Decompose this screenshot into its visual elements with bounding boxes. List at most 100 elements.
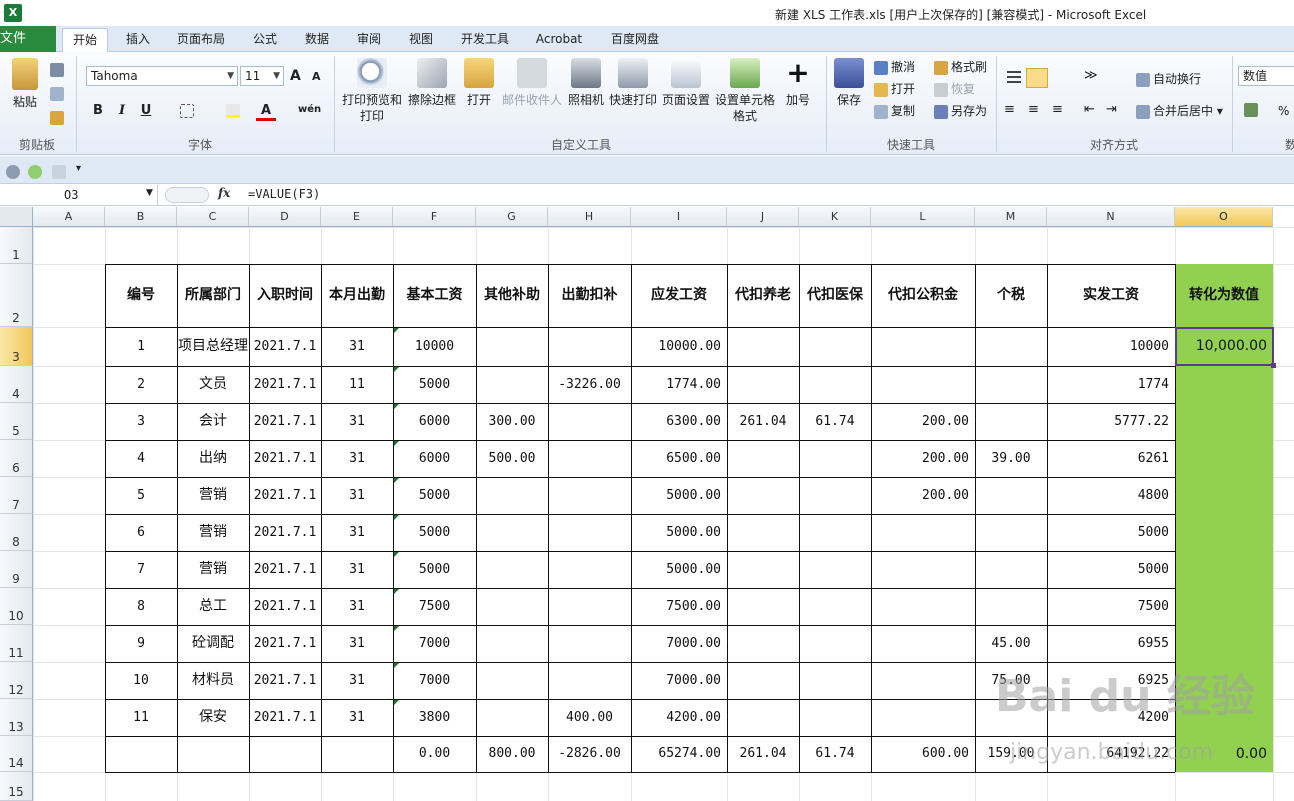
- mail-recipient-button[interactable]: 邮件收件人: [500, 58, 564, 108]
- camera-button[interactable]: 照相机: [566, 58, 606, 108]
- column-header-g[interactable]: G: [476, 207, 548, 227]
- table-cell[interactable]: 5000: [393, 551, 476, 588]
- table-cell[interactable]: [321, 736, 393, 772]
- table-cell[interactable]: [799, 588, 871, 625]
- copy-small-button[interactable]: [50, 86, 67, 101]
- table-cell[interactable]: 61.74: [799, 403, 871, 440]
- table-cell[interactable]: [1175, 477, 1273, 514]
- tab-data[interactable]: 数据: [297, 28, 337, 52]
- row-header-8[interactable]: 8: [0, 514, 33, 551]
- table-cell[interactable]: 5000.00: [631, 477, 727, 514]
- table-header-cell[interactable]: 本月出勤: [321, 264, 393, 327]
- table-cell[interactable]: 31: [321, 440, 393, 477]
- qat-tool-icon[interactable]: [6, 164, 23, 179]
- table-cell[interactable]: 2021.7.1: [249, 477, 321, 514]
- table-cell[interactable]: 6955: [1047, 625, 1175, 662]
- table-cell[interactable]: 31: [321, 699, 393, 736]
- row-header-3[interactable]: 3: [0, 327, 33, 366]
- save-button[interactable]: 保存: [832, 58, 866, 108]
- table-header-cell[interactable]: 代扣公积金: [871, 264, 975, 327]
- table-cell[interactable]: [1175, 514, 1273, 551]
- table-cell[interactable]: [476, 699, 548, 736]
- borders-button[interactable]: [178, 101, 198, 121]
- table-cell[interactable]: [177, 736, 249, 772]
- font-name-select[interactable]: Tahoma ▼: [86, 66, 238, 86]
- table-cell[interactable]: [871, 366, 975, 403]
- qat-customize-icon[interactable]: ▾: [76, 163, 81, 174]
- align-center-button[interactable]: ≡: [1028, 102, 1039, 117]
- table-cell[interactable]: [548, 514, 631, 551]
- table-cell[interactable]: [548, 403, 631, 440]
- table-cell[interactable]: [476, 327, 548, 366]
- table-header-cell[interactable]: 应发工资: [631, 264, 727, 327]
- cut-button[interactable]: [50, 62, 67, 77]
- table-cell[interactable]: [799, 625, 871, 662]
- table-cell[interactable]: 0.00: [393, 736, 476, 772]
- table-cell[interactable]: [249, 736, 321, 772]
- table-cell[interactable]: [1175, 403, 1273, 440]
- paste-button[interactable]: 粘贴: [6, 58, 44, 110]
- column-header-i[interactable]: I: [631, 207, 727, 227]
- table-cell[interactable]: 材料员: [177, 662, 249, 699]
- table-cell[interactable]: 2021.7.1: [249, 662, 321, 699]
- table-cell[interactable]: [799, 366, 871, 403]
- table-cell[interactable]: [476, 366, 548, 403]
- row-header-11[interactable]: 11: [0, 625, 33, 662]
- table-cell[interactable]: -3226.00: [548, 366, 631, 403]
- table-cell[interactable]: 4800: [1047, 477, 1175, 514]
- table-cell[interactable]: [799, 551, 871, 588]
- table-cell[interactable]: [975, 403, 1047, 440]
- table-cell[interactable]: 1774.00: [631, 366, 727, 403]
- formula-input[interactable]: =VALUE(F3): [248, 187, 320, 201]
- table-cell[interactable]: 10: [105, 662, 177, 699]
- table-cell[interactable]: 2021.7.1: [249, 366, 321, 403]
- tab-page-layout[interactable]: 页面布局: [172, 28, 230, 52]
- table-cell[interactable]: 5000: [1047, 551, 1175, 588]
- table-cell[interactable]: 2021.7.1: [249, 588, 321, 625]
- table-cell[interactable]: 261.04: [727, 736, 799, 772]
- table-cell[interactable]: 31: [321, 588, 393, 625]
- table-header-cell[interactable]: 其他补助: [476, 264, 548, 327]
- tab-baidu-netdisk[interactable]: 百度网盘: [604, 28, 666, 52]
- column-header-n[interactable]: N: [1047, 207, 1175, 227]
- table-cell[interactable]: 8: [105, 588, 177, 625]
- quick-print-button[interactable]: 快速打印: [608, 58, 658, 108]
- table-cell[interactable]: 4200.00: [631, 699, 727, 736]
- qat-preview-icon[interactable]: [52, 164, 69, 179]
- table-cell[interactable]: 总工: [177, 588, 249, 625]
- table-cell[interactable]: [975, 366, 1047, 403]
- table-cell[interactable]: 6: [105, 514, 177, 551]
- table-cell[interactable]: [548, 625, 631, 662]
- table-header-cell[interactable]: 编号: [105, 264, 177, 327]
- select-all-corner[interactable]: [0, 207, 33, 227]
- row-header-13[interactable]: 13: [0, 699, 33, 736]
- chevron-down-icon[interactable]: ▼: [146, 188, 153, 198]
- table-cell[interactable]: 31: [321, 327, 393, 366]
- row-header-9[interactable]: 9: [0, 551, 33, 588]
- column-header-f[interactable]: F: [393, 207, 476, 227]
- table-cell[interactable]: [975, 514, 1047, 551]
- plus-button[interactable]: + 加号: [780, 58, 816, 108]
- table-cell[interactable]: 10000.00: [631, 327, 727, 366]
- table-header-cell[interactable]: 入职时间: [249, 264, 321, 327]
- table-cell[interactable]: 31: [321, 662, 393, 699]
- table-cell[interactable]: 2: [105, 366, 177, 403]
- table-cell[interactable]: 400.00: [548, 699, 631, 736]
- underline-button[interactable]: U: [136, 101, 156, 121]
- table-cell[interactable]: 5000: [393, 366, 476, 403]
- column-header-o[interactable]: O: [1175, 207, 1273, 227]
- table-cell[interactable]: 会计: [177, 403, 249, 440]
- row-header-5[interactable]: 5: [0, 403, 33, 440]
- table-header-cell[interactable]: 代扣养老: [727, 264, 799, 327]
- table-cell[interactable]: 300.00: [476, 403, 548, 440]
- table-cell[interactable]: [799, 662, 871, 699]
- accounting-button[interactable]: [1244, 102, 1261, 117]
- table-cell[interactable]: [476, 551, 548, 588]
- table-cell[interactable]: 6261: [1047, 440, 1175, 477]
- table-cell[interactable]: 营销: [177, 477, 249, 514]
- table-cell[interactable]: 1774: [1047, 366, 1175, 403]
- tab-insert[interactable]: 插入: [118, 28, 158, 52]
- tab-formulas[interactable]: 公式: [245, 28, 285, 52]
- table-cell[interactable]: [871, 588, 975, 625]
- table-cell[interactable]: 31: [321, 551, 393, 588]
